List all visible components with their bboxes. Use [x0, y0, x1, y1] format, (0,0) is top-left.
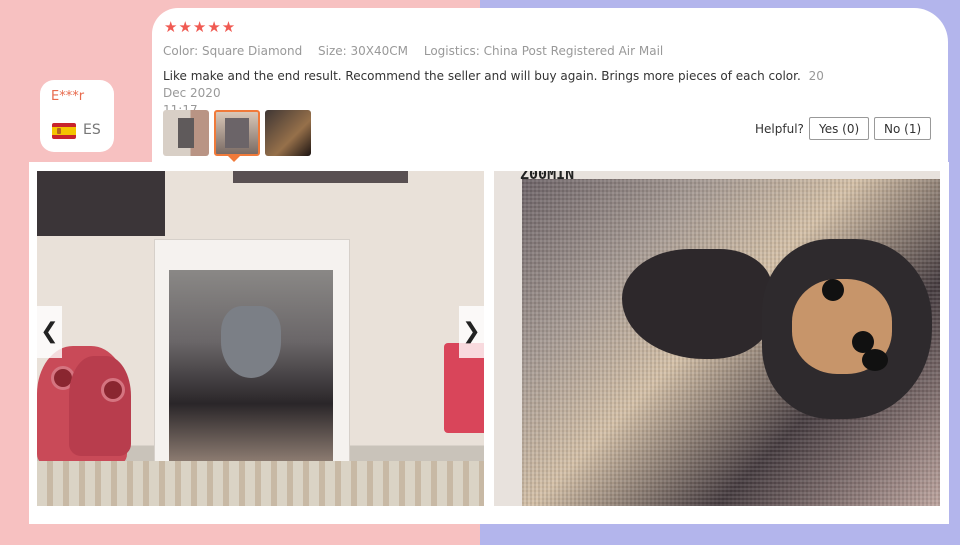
reviewer-card: E***r ES — [40, 80, 114, 152]
dog-nose-image — [862, 349, 888, 371]
spain-flag-icon — [52, 123, 76, 139]
dog-head-image — [221, 306, 281, 378]
dog-eye-image — [822, 279, 844, 301]
review-thumbnail-2-selected[interactable] — [214, 110, 260, 156]
shelf-image — [233, 171, 408, 183]
owl-eye — [101, 378, 125, 402]
next-photo-button[interactable]: ❯ — [459, 306, 484, 358]
review-text: Like make and the end result. Recommend … — [163, 69, 801, 83]
helpful-yes-button[interactable]: Yes (0) — [809, 117, 870, 140]
previous-photo-button[interactable]: ❮ — [37, 306, 62, 358]
review-card: ★★★★★ Color: Square Diamond Size: 30X40C… — [152, 8, 948, 168]
review-meta: Color: Square Diamond Size: 30X40CM Logi… — [163, 44, 675, 58]
review-logistics: Logistics: China Post Registered Air Mai… — [423, 44, 664, 58]
thumbnail-strip — [163, 110, 311, 156]
owl-cushion-image-2 — [69, 356, 131, 456]
helpful-label: Helpful? — [755, 122, 804, 136]
helpful-no-button[interactable]: No (1) — [874, 117, 932, 140]
rating-stars: ★★★★★ — [164, 18, 237, 36]
review-thumbnail-3[interactable] — [265, 110, 311, 156]
dog-painting-image — [169, 270, 333, 476]
wall-frame-image — [37, 171, 165, 236]
closeup-painting-image — [522, 179, 940, 506]
review-photo-closeup: Z00MIN — [494, 171, 940, 506]
dog-ear-image — [622, 249, 772, 359]
photo-gallery: ❮ ❯ Z00MIN — [29, 162, 949, 524]
canvas-brand-text: Z00MIN — [520, 171, 575, 183]
review-color: Color: Square Diamond — [163, 44, 303, 58]
review-photo-room: ❮ ❯ — [37, 171, 484, 506]
review-thumbnail-1[interactable] — [163, 110, 209, 156]
review-size: Size: 30X40CM — [318, 44, 409, 58]
tablecloth-image — [37, 461, 484, 506]
reviewer-name: E***r — [51, 89, 85, 104]
reviewer-country: ES — [83, 122, 101, 138]
